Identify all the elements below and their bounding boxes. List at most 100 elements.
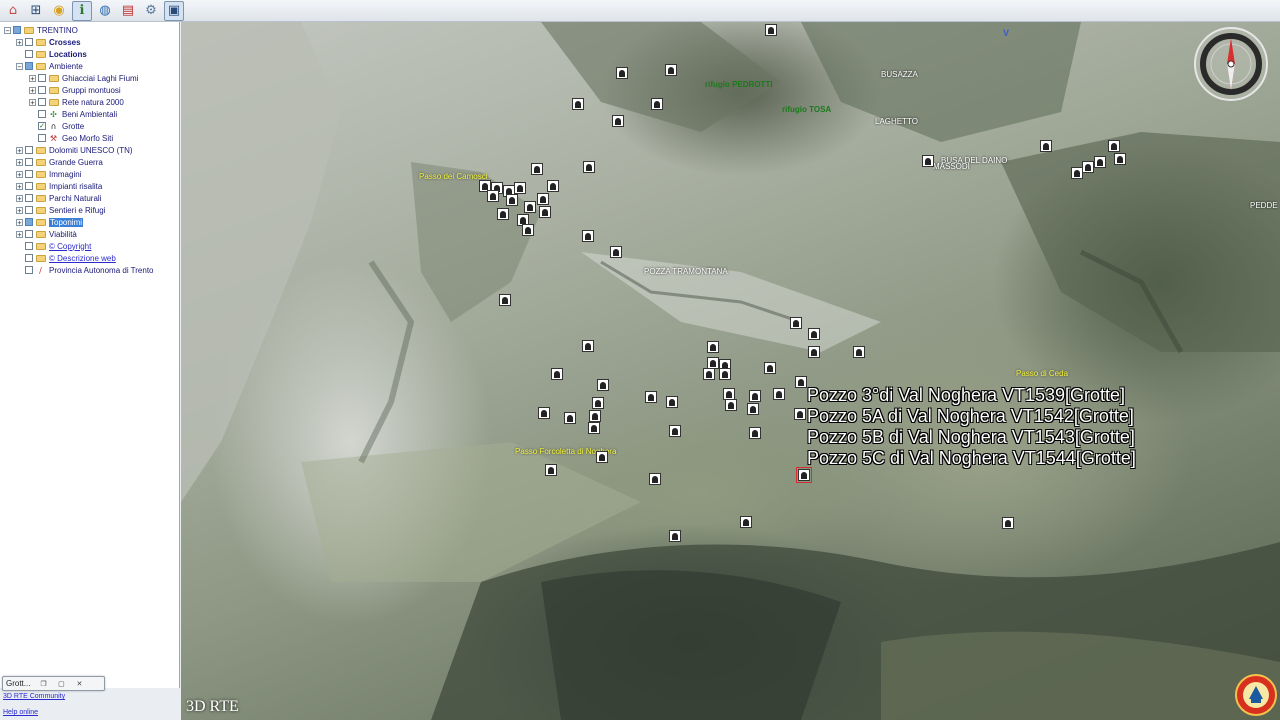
- cave-marker[interactable]: [538, 407, 550, 419]
- community-link[interactable]: 3D RTE Community: [3, 693, 65, 700]
- tree-node-toponimi[interactable]: + Toponimi: [0, 216, 179, 228]
- tree-checkbox[interactable]: [25, 62, 33, 70]
- restore-icon[interactable]: ❐: [38, 680, 48, 688]
- collapse-icon[interactable]: −: [16, 62, 23, 70]
- tree-node-sentieri[interactable]: + Sentieri e Rifugi: [0, 204, 179, 216]
- copyright-link[interactable]: © Copyright: [49, 242, 91, 251]
- expand-icon[interactable]: +: [16, 206, 23, 214]
- cave-marker[interactable]: [651, 98, 663, 110]
- expand-icon[interactable]: +: [29, 86, 36, 94]
- cave-marker[interactable]: [1114, 153, 1126, 165]
- cave-marker[interactable]: [749, 390, 761, 402]
- tree-checkbox[interactable]: [25, 206, 33, 214]
- tree-node-rete[interactable]: + Rete natura 2000: [0, 96, 179, 108]
- globe-icon[interactable]: ◍: [95, 1, 115, 21]
- expand-icon[interactable]: +: [29, 98, 36, 106]
- cave-marker[interactable]: [669, 530, 681, 542]
- tree-checkbox[interactable]: [38, 98, 46, 106]
- cave-marker[interactable]: [531, 163, 543, 175]
- cave-marker[interactable]: [853, 346, 865, 358]
- tree-checkbox[interactable]: [25, 266, 33, 274]
- maximize-icon[interactable]: ▢: [56, 680, 66, 688]
- tree-node-copyright[interactable]: © Copyright: [0, 240, 179, 252]
- cave-marker[interactable]: [487, 190, 499, 202]
- tree-checkbox[interactable]: [25, 194, 33, 202]
- expand-icon[interactable]: +: [16, 182, 23, 190]
- tree-checkbox[interactable]: [25, 218, 33, 226]
- cave-marker[interactable]: [707, 341, 719, 353]
- expand-icon[interactable]: +: [16, 158, 23, 166]
- cave-marker[interactable]: [719, 368, 731, 380]
- cave-marker[interactable]: [506, 194, 518, 206]
- cave-marker[interactable]: [649, 473, 661, 485]
- cave-marker[interactable]: [795, 376, 807, 388]
- cave-marker[interactable]: [740, 516, 752, 528]
- cave-marker[interactable]: [616, 67, 628, 79]
- cave-marker[interactable]: [589, 410, 601, 422]
- cave-marker[interactable]: [790, 317, 802, 329]
- popup-line[interactable]: Pozzo 5C di Val Noghera VT1544[Grotte]: [807, 448, 1136, 469]
- cave-marker[interactable]: [499, 294, 511, 306]
- tree-node-dolomiti[interactable]: + Dolomiti UNESCO (TN): [0, 144, 179, 156]
- cave-marker[interactable]: [1108, 140, 1120, 152]
- cave-marker[interactable]: [539, 206, 551, 218]
- expand-icon[interactable]: +: [16, 146, 23, 154]
- cave-marker[interactable]: [703, 368, 715, 380]
- tree-node-immagini[interactable]: + Immagini: [0, 168, 179, 180]
- cave-marker[interactable]: [537, 193, 549, 205]
- cave-marker[interactable]: [665, 64, 677, 76]
- tree-node-parchi[interactable]: + Parchi Naturali: [0, 192, 179, 204]
- cave-marker[interactable]: [612, 115, 624, 127]
- tree-checkbox[interactable]: [25, 230, 33, 238]
- expand-icon[interactable]: +: [16, 194, 23, 202]
- tree-node-descrizione[interactable]: © Descrizione web: [0, 252, 179, 264]
- gear-icon[interactable]: ⚙: [141, 1, 161, 21]
- cave-marker[interactable]: [547, 180, 559, 192]
- cave-marker[interactable]: [922, 155, 934, 167]
- tree-checkbox[interactable]: [25, 38, 33, 46]
- tree-node-gruppi[interactable]: + Gruppi montuosi: [0, 84, 179, 96]
- cave-marker[interactable]: [596, 451, 608, 463]
- popup-line[interactable]: Pozzo 5A di Val Noghera VT1542[Grotte]: [807, 406, 1136, 427]
- compass-icon[interactable]: [1193, 26, 1269, 102]
- cave-marker[interactable]: [725, 399, 737, 411]
- cave-marker-selected[interactable]: [796, 467, 812, 483]
- home-icon[interactable]: ⌂: [3, 1, 23, 21]
- tree-node-guerra[interactable]: + Grande Guerra: [0, 156, 179, 168]
- cave-marker[interactable]: [1094, 156, 1106, 168]
- minimized-window[interactable]: Grott... ❐ ▢ ✕: [2, 676, 105, 691]
- pdf-icon[interactable]: ▤: [118, 1, 138, 21]
- cave-marker[interactable]: [747, 403, 759, 415]
- tree-checkbox[interactable]: [38, 74, 46, 82]
- tree-checkbox[interactable]: [25, 50, 33, 58]
- expand-icon[interactable]: +: [16, 230, 23, 238]
- tree-node-grotte[interactable]: ✓ ∩ Grotte: [0, 120, 179, 132]
- cave-marker[interactable]: [1082, 161, 1094, 173]
- grid-icon[interactable]: ⊞: [26, 1, 46, 21]
- cave-marker[interactable]: [669, 425, 681, 437]
- cave-marker[interactable]: [592, 397, 604, 409]
- tree-node-trentino[interactable]: − TRENTINO: [0, 24, 179, 36]
- cave-marker[interactable]: [808, 328, 820, 340]
- 3d-map-view[interactable]: V rifugio PEDROTTI rifugio TOSA BUSAZZA …: [181, 22, 1280, 720]
- tree-checkbox[interactable]: [25, 254, 33, 262]
- cave-marker[interactable]: [522, 224, 534, 236]
- cave-marker[interactable]: [794, 408, 806, 420]
- popup-line[interactable]: Pozzo 3°di Val Noghera VT1539[Grotte]: [807, 385, 1136, 406]
- tree-node-beni[interactable]: ✣ Beni Ambientali: [0, 108, 179, 120]
- tree-checkbox[interactable]: [25, 158, 33, 166]
- tree-node-locations[interactable]: Locations: [0, 48, 179, 60]
- tree-node-geomorfo[interactable]: ⚒ Geo Morfo Siti: [0, 132, 179, 144]
- cave-info-popup[interactable]: Pozzo 3°di Val Noghera VT1539[Grotte] Po…: [807, 385, 1136, 469]
- collapse-icon[interactable]: −: [4, 26, 11, 34]
- expand-icon[interactable]: +: [16, 38, 23, 46]
- cave-marker[interactable]: [764, 362, 776, 374]
- tree-checkbox[interactable]: [38, 134, 46, 142]
- monitor-icon[interactable]: ▣: [164, 0, 184, 21]
- cave-marker[interactable]: [582, 230, 594, 242]
- cave-marker[interactable]: [497, 208, 509, 220]
- cave-marker[interactable]: [514, 182, 526, 194]
- expand-icon[interactable]: +: [29, 74, 36, 82]
- cave-marker[interactable]: [610, 246, 622, 258]
- cave-marker[interactable]: [645, 391, 657, 403]
